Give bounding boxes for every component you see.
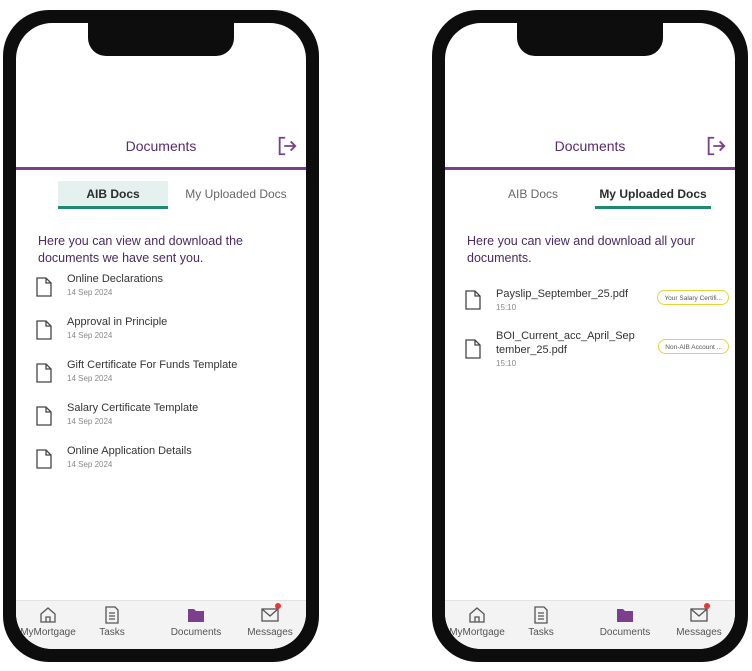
- header-divider: [16, 167, 306, 170]
- nav-messages[interactable]: Messages: [663, 601, 735, 649]
- tab-label: My Uploaded Docs: [599, 187, 707, 201]
- nav-label: Tasks: [99, 627, 125, 638]
- document-icon: [465, 339, 481, 359]
- document-date: 14 Sep 2024: [67, 374, 113, 383]
- header-divider: [445, 167, 735, 170]
- document-title: Online Declarations: [67, 273, 163, 285]
- nav-label: MyMortgage: [20, 627, 76, 638]
- document-icon: [36, 406, 52, 426]
- nav-label: Messages: [676, 627, 722, 638]
- document-date: 14 Sep 2024: [67, 417, 113, 426]
- header: Documents: [445, 131, 735, 161]
- tab-label: AIB Docs: [507, 187, 558, 201]
- logout-icon[interactable]: [705, 135, 727, 157]
- tab-aib-docs[interactable]: AIB Docs: [487, 181, 579, 207]
- logout-icon[interactable]: [276, 135, 298, 157]
- notification-dot: [704, 603, 710, 609]
- nav-label: Documents: [170, 627, 222, 638]
- tab-label: My Uploaded Docs: [185, 187, 287, 201]
- list-item[interactable]: BOI_Current_acc_April_September_25.pdf 1…: [445, 329, 735, 379]
- document-title: Approval in Principle: [67, 316, 168, 328]
- page-title: Documents: [125, 138, 197, 154]
- document-title: Salary Certificate Template: [67, 402, 199, 414]
- list-item[interactable]: Online Application Details 14 Sep 2024: [16, 445, 306, 481]
- tab-aib-docs[interactable]: AIB Docs: [58, 181, 168, 209]
- nav-mymortgage[interactable]: MyMortgage: [445, 601, 513, 649]
- intro-text: Here you can view and download all your …: [467, 234, 695, 265]
- list-item[interactable]: Payslip_September_25.pdf 15:10 Your Sala…: [445, 288, 735, 324]
- document-date: 14 Sep 2024: [67, 460, 113, 469]
- document-icon: [36, 449, 52, 469]
- document-tag: Your Salary Certifi...: [657, 290, 729, 305]
- tab-bar: AIB Docs My Uploaded Docs: [16, 181, 306, 209]
- document-icon: [465, 290, 481, 310]
- notch: [88, 23, 234, 56]
- document-date: 14 Sep 2024: [67, 288, 113, 297]
- messages-icon: [261, 603, 281, 624]
- header: Documents: [16, 131, 306, 161]
- messages-icon: [690, 603, 710, 624]
- phone-right: Documents AIB Docs My Uploaded Docs Here…: [432, 10, 748, 662]
- nav-messages[interactable]: Messages: [234, 601, 306, 649]
- document-title: Gift Certificate For Funds Template: [67, 359, 238, 371]
- nav-documents[interactable]: Documents: [160, 601, 232, 649]
- tab-active-indicator: [58, 206, 168, 209]
- document-title: Payslip_September_25.pdf: [496, 288, 629, 300]
- nav-documents[interactable]: Documents: [589, 601, 661, 649]
- list-item[interactable]: Online Declarations 14 Sep 2024: [16, 273, 306, 309]
- tab-active-indicator: [595, 206, 711, 209]
- home-icon: [469, 607, 485, 623]
- notification-dot: [275, 603, 281, 609]
- document-title: Online Application Details: [67, 445, 192, 457]
- document-date: 14 Sep 2024: [67, 331, 113, 340]
- document-time: 15:10: [496, 303, 517, 312]
- page-title: Documents: [554, 138, 626, 154]
- bottom-nav: MyMortgage Tasks Documents Messages: [445, 600, 735, 649]
- screen: Documents AIB Docs My Uploaded Docs Here…: [445, 23, 735, 649]
- nav-label: MyMortgage: [449, 627, 505, 638]
- nav-label: Messages: [247, 627, 293, 638]
- phone-left: Documents AIB Docs My Uploaded Docs Here…: [3, 10, 319, 662]
- bottom-nav: MyMortgage Tasks Documents Messages: [16, 600, 306, 649]
- tab-my-uploaded-docs[interactable]: My Uploaded Docs: [176, 181, 296, 207]
- document-icon: [36, 277, 52, 297]
- tasks-icon: [105, 606, 119, 624]
- tab-label: AIB Docs: [86, 187, 140, 201]
- folder-icon: [188, 609, 204, 622]
- document-time: 15:10: [496, 359, 517, 368]
- document-tag: Non-AIB Account ...: [658, 339, 729, 354]
- document-icon: [36, 320, 52, 340]
- folder-icon: [617, 609, 633, 622]
- home-icon: [40, 607, 56, 623]
- document-title: BOI_Current_acc_April_September_25.pdf: [496, 330, 635, 356]
- nav-label: Documents: [599, 627, 651, 638]
- tasks-icon: [534, 606, 548, 624]
- notch: [517, 23, 663, 56]
- nav-mymortgage[interactable]: MyMortgage: [16, 601, 84, 649]
- nav-tasks[interactable]: Tasks: [505, 601, 577, 649]
- list-item[interactable]: Approval in Principle 14 Sep 2024: [16, 316, 306, 352]
- nav-tasks[interactable]: Tasks: [76, 601, 148, 649]
- screen: Documents AIB Docs My Uploaded Docs Here…: [16, 23, 306, 649]
- list-item[interactable]: Salary Certificate Template 14 Sep 2024: [16, 402, 306, 438]
- intro-text: Here you can view and download the docum…: [38, 234, 243, 265]
- list-item[interactable]: Gift Certificate For Funds Template 14 S…: [16, 359, 306, 395]
- tab-bar: AIB Docs My Uploaded Docs: [445, 181, 735, 209]
- document-icon: [36, 363, 52, 383]
- tab-my-uploaded-docs[interactable]: My Uploaded Docs: [595, 181, 711, 209]
- nav-label: Tasks: [528, 627, 554, 638]
